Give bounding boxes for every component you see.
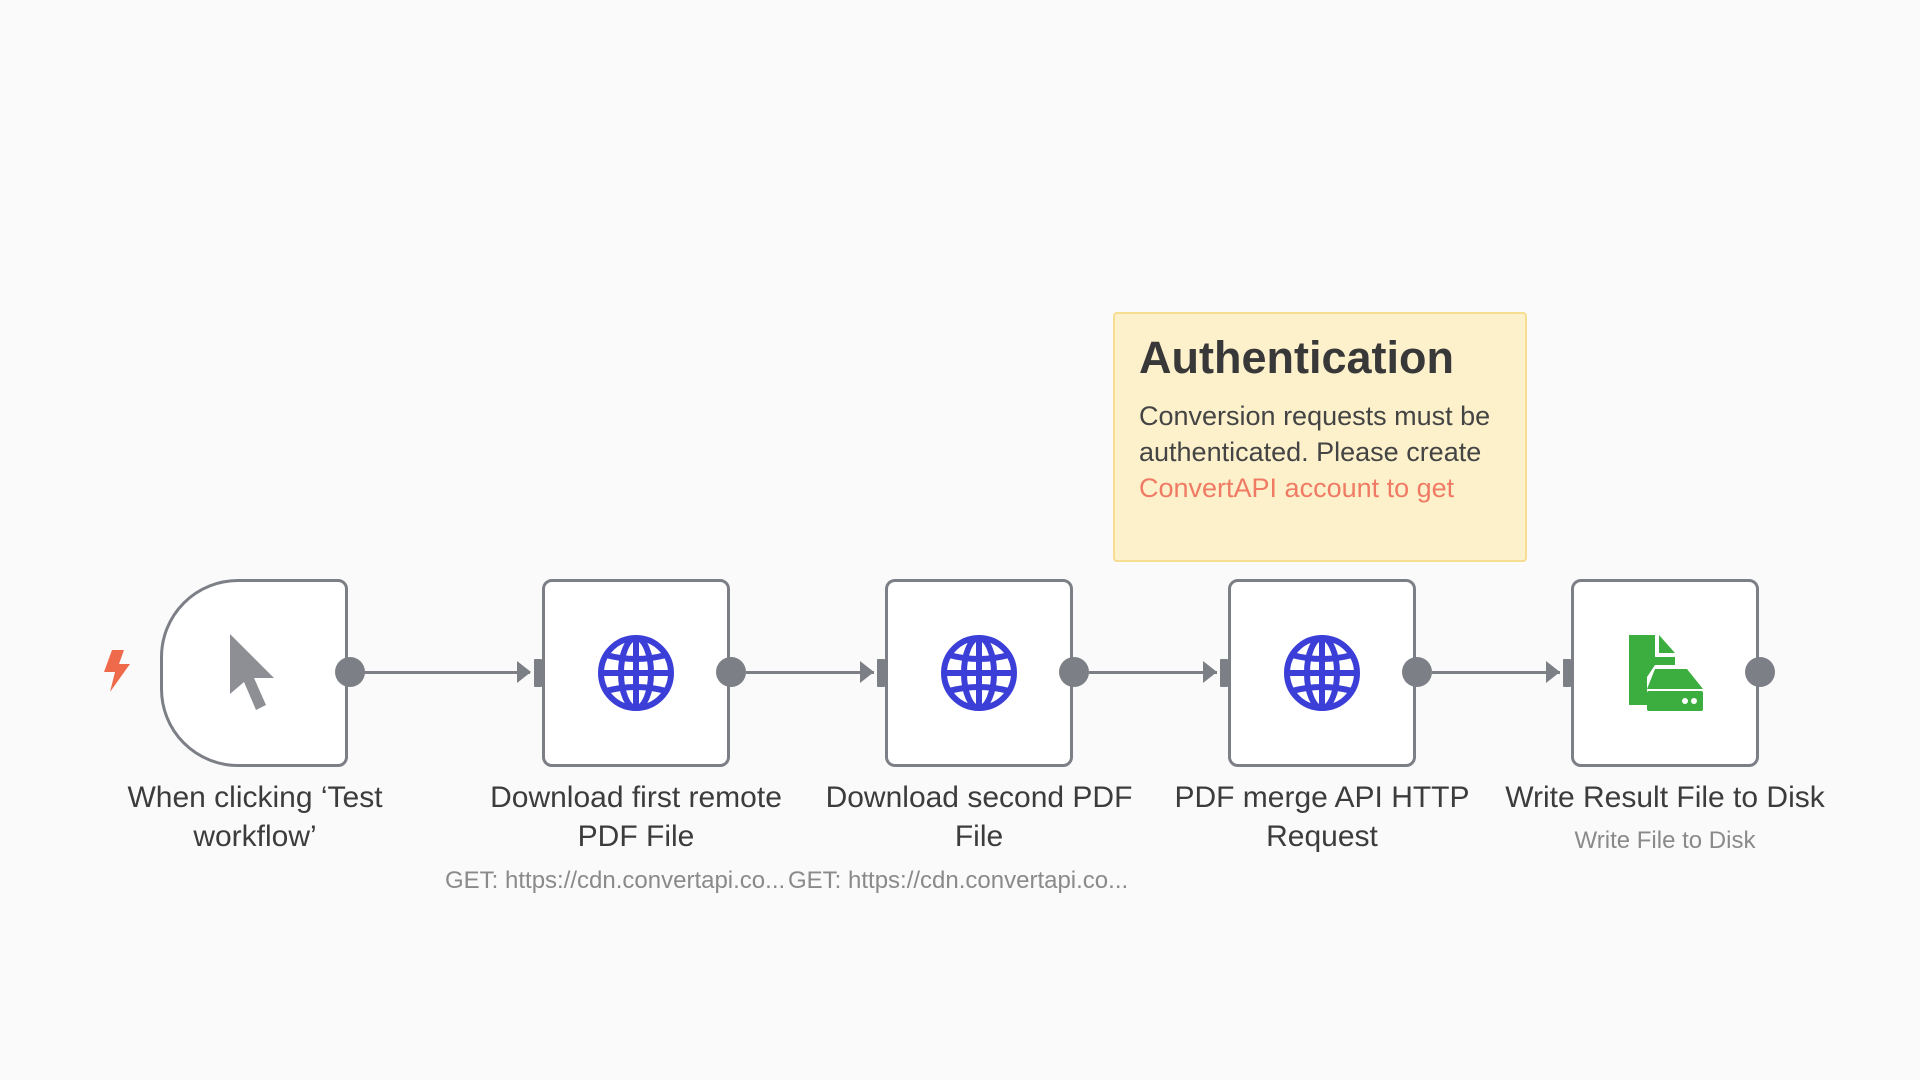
cursor-pointer-icon	[226, 632, 282, 714]
connection-4-5[interactable]	[1432, 671, 1560, 674]
globe-icon	[596, 633, 676, 713]
node-subtitle: GET: https://cdn.convertapi.co...	[788, 867, 1129, 894]
node-manual-trigger[interactable]	[160, 579, 348, 767]
connection-3-4[interactable]	[1089, 671, 1217, 674]
connection-1-2[interactable]	[364, 671, 530, 674]
node-pdf-merge-request[interactable]	[1228, 579, 1416, 767]
node-subtitle: GET: https://cdn.convertapi.co...	[445, 867, 786, 894]
globe-icon	[939, 633, 1019, 713]
connection-arrow-icon	[517, 661, 531, 683]
node-write-file[interactable]	[1571, 579, 1759, 767]
node-label: Download first remote PDF File	[490, 781, 782, 853]
output-handle[interactable]	[1402, 657, 1432, 687]
connection-arrow-icon	[1203, 661, 1217, 683]
output-handle[interactable]	[335, 657, 365, 687]
input-handle[interactable]	[1563, 659, 1571, 687]
node-label: Download second PDF File	[825, 781, 1133, 853]
output-handle[interactable]	[716, 657, 746, 687]
sticky-note-body: Conversion requests must be authenticate…	[1139, 401, 1491, 467]
node-label: When clicking ‘Test workflow’	[127, 781, 383, 853]
node-label: Write Result File to Disk	[1505, 781, 1825, 814]
node-download-first-pdf[interactable]	[542, 579, 730, 767]
sticky-note-title: Authentication	[1139, 332, 1454, 383]
sticky-note-authentication[interactable]: Authentication Conversion requests must …	[1113, 312, 1527, 562]
globe-icon	[1282, 633, 1362, 713]
node-subtitle: Write File to Disk	[1574, 827, 1756, 854]
output-handle[interactable]	[1745, 657, 1775, 687]
connection-arrow-icon	[860, 661, 874, 683]
input-handle[interactable]	[1220, 659, 1228, 687]
output-handle[interactable]	[1059, 657, 1089, 687]
input-handle[interactable]	[534, 659, 542, 687]
connection-arrow-icon	[1546, 661, 1560, 683]
file-disk-icon	[1625, 633, 1705, 713]
input-handle[interactable]	[877, 659, 885, 687]
sticky-note-link[interactable]: ConvertAPI account to get	[1139, 470, 1501, 506]
node-download-second-pdf[interactable]	[885, 579, 1073, 767]
lightning-bolt-icon	[100, 648, 134, 699]
node-label: PDF merge API HTTP Request	[1174, 781, 1470, 853]
connection-2-3[interactable]	[746, 671, 874, 674]
workflow-canvas[interactable]: Authentication Conversion requests must …	[0, 0, 1920, 1080]
